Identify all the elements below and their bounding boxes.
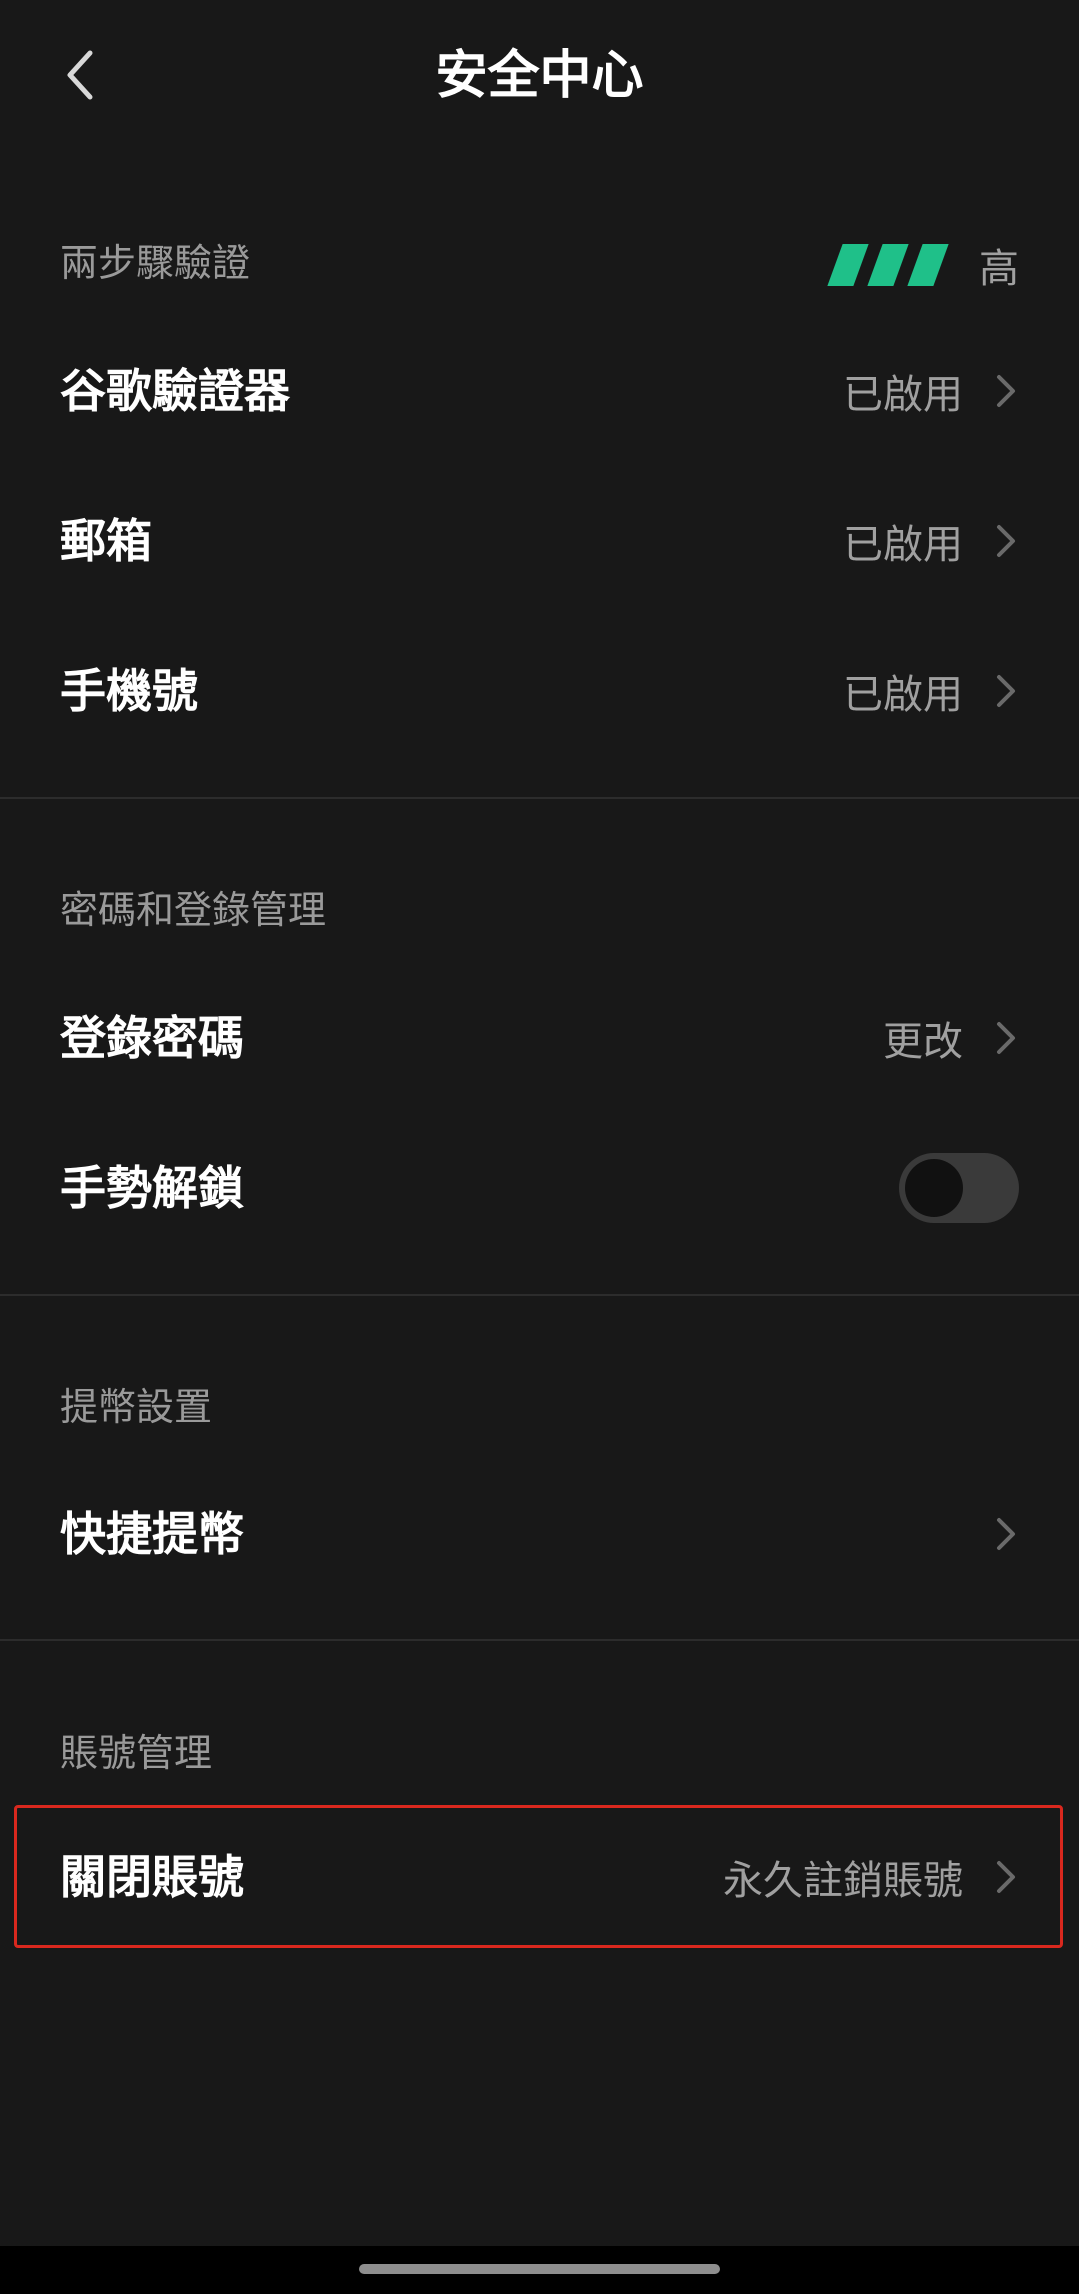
gesture-unlock-toggle[interactable] <box>899 1153 1019 1223</box>
section-label-account: 賬號管理 <box>60 1731 213 1775</box>
row-login-password[interactable]: 登錄密碼 更改 <box>0 968 1079 1108</box>
chevron-right-icon <box>993 671 1019 711</box>
section-label-two-step: 兩步驟驗證 <box>60 241 251 285</box>
row-label: 手勢解鎖 <box>60 1161 244 1215</box>
row-label: 谷歌驗證器 <box>60 364 290 418</box>
row-phone[interactable]: 手機號 已啟用 <box>0 621 1079 761</box>
strength-bar <box>867 244 909 286</box>
row-label: 登錄密碼 <box>60 1011 244 1065</box>
chevron-right-icon <box>993 1018 1019 1058</box>
chevron-right-icon <box>993 1857 1019 1897</box>
row-label: 快捷提幣 <box>60 1507 244 1561</box>
row-status: 已啟用 <box>843 522 963 568</box>
top-bar: 安全中心 <box>0 0 1079 160</box>
toggle-knob <box>905 1159 963 1217</box>
home-indicator[interactable] <box>359 2264 720 2274</box>
row-email[interactable]: 郵箱 已啟用 <box>0 471 1079 611</box>
row-quick-withdraw[interactable]: 快捷提幣 <box>0 1464 1079 1604</box>
chevron-right-icon <box>993 521 1019 561</box>
section-divider <box>0 1639 1079 1641</box>
section-divider <box>0 1294 1079 1296</box>
row-close-account[interactable]: 關閉賬號 永久註銷賬號 <box>0 1807 1079 1947</box>
chevron-right-icon <box>993 1514 1019 1554</box>
section-label-withdraw: 提幣設置 <box>60 1385 213 1429</box>
page-title: 安全中心 <box>435 46 644 106</box>
chevron-right-icon <box>993 371 1019 411</box>
row-google-authenticator[interactable]: 谷歌驗證器 已啟用 <box>0 321 1079 461</box>
row-status: 已啟用 <box>843 372 963 418</box>
row-label: 關閉賬號 <box>60 1850 244 1904</box>
system-navigation-bar <box>0 2246 1079 2294</box>
row-gesture-unlock: 手勢解鎖 <box>0 1118 1079 1258</box>
section-divider <box>0 797 1079 799</box>
row-action: 更改 <box>883 1019 963 1065</box>
row-label: 手機號 <box>60 664 198 718</box>
strength-bar <box>827 244 869 286</box>
strength-level-text: 高 <box>979 246 1019 292</box>
row-description: 永久註銷賬號 <box>723 1858 963 1904</box>
strength-bar <box>907 244 949 286</box>
section-label-password: 密碼和登錄管理 <box>60 888 327 932</box>
row-status: 已啟用 <box>843 672 963 718</box>
security-strength-indicator: 高 <box>827 235 1019 295</box>
strength-bars <box>827 244 955 286</box>
row-label: 郵箱 <box>60 514 152 568</box>
